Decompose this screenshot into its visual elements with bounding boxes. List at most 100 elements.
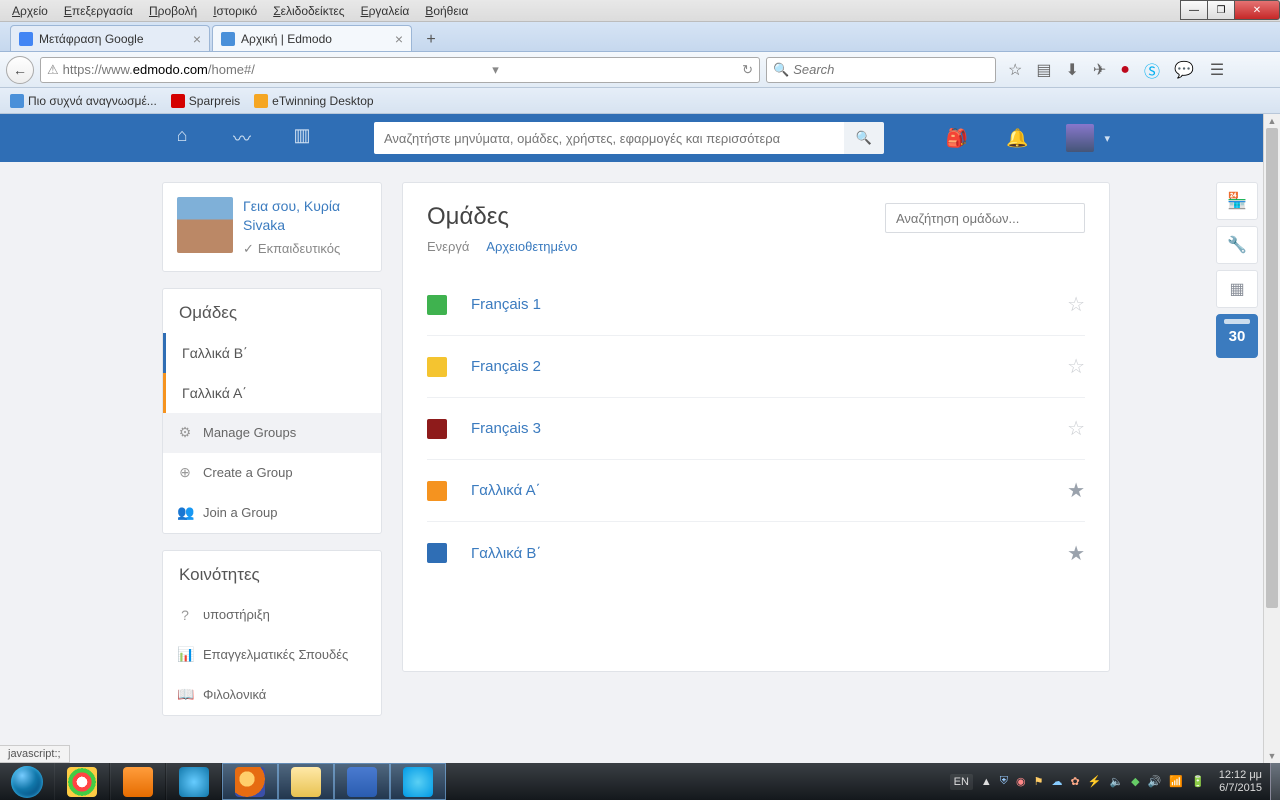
menu-Ιστορικό[interactable]: Ιστορικό	[205, 2, 265, 20]
tab-archived[interactable]: Αρχειοθετημένο	[486, 239, 577, 254]
menu-Επεξεργασία[interactable]: Επεξεργασία	[56, 2, 141, 20]
library-icon[interactable]: ▥	[290, 125, 314, 151]
firefox-menu-button[interactable]: ☰	[1210, 60, 1224, 80]
skype-icon[interactable]: Ⓢ	[1144, 58, 1160, 82]
bookmark-item[interactable]: eTwinning Desktop	[254, 94, 373, 108]
back-button[interactable]: ←	[6, 56, 34, 84]
favorite-star-icon[interactable]: ★	[1067, 478, 1085, 503]
menu-Εργαλεία[interactable]: Εργαλεία	[353, 2, 418, 20]
notifications-icon[interactable]: 🔔	[1006, 128, 1028, 149]
bookmark-item[interactable]: Sparpreis	[171, 94, 240, 108]
scroll-up-arrow[interactable]: ▲	[1264, 114, 1280, 128]
tray-icon[interactable]: ✿	[1071, 775, 1080, 788]
url-bar[interactable]: ⚠ https://www.edmodo.com/home#/ ▾ ↻	[40, 57, 760, 83]
manage-groups-button[interactable]: ⚙Manage Groups	[163, 413, 381, 453]
search-icon: 🔍	[773, 62, 789, 78]
menu-Αρχείο[interactable]: Αρχείο	[4, 2, 56, 20]
pinterest-icon[interactable]: ●	[1120, 61, 1130, 79]
menu-Προβολή[interactable]: Προβολή	[141, 2, 205, 20]
taskbar-app-firefox[interactable]	[222, 763, 278, 800]
tools-icon[interactable]: 🔧	[1216, 226, 1258, 264]
progress-icon[interactable]: 〰	[230, 125, 254, 151]
favorite-star-icon[interactable]: ☆	[1067, 354, 1085, 379]
bookmark-item[interactable]: Πιο συχνά αναγνωσμέ...	[10, 94, 157, 108]
avatar-caret-icon[interactable]: ▾	[1104, 132, 1110, 145]
network-icon[interactable]: 📶	[1169, 775, 1183, 788]
store-icon[interactable]: 🏪	[1216, 182, 1258, 220]
group-name-link[interactable]: Français 2	[471, 358, 541, 375]
menu-Βοήθεια[interactable]: Βοήθεια	[417, 2, 476, 20]
browser-tab[interactable]: Μετάφραση Google×	[10, 25, 210, 51]
group-color-swatch	[427, 481, 447, 501]
backpack-icon[interactable]: 🎒	[946, 128, 968, 149]
reading-list-icon[interactable]: ▤	[1036, 60, 1051, 80]
edmodo-search-input[interactable]	[374, 122, 844, 154]
show-desktop-button[interactable]	[1270, 763, 1280, 800]
tray-icon[interactable]: ⚑	[1034, 775, 1044, 788]
firefox-search-input[interactable]	[793, 62, 989, 77]
bookmark-icon	[254, 94, 268, 108]
new-tab-button[interactable]: +	[418, 29, 444, 51]
edmodo-search-button[interactable]: 🔍	[844, 122, 884, 154]
taskbar-app-media[interactable]	[110, 763, 166, 800]
downloads-icon[interactable]: ⬇	[1065, 60, 1078, 80]
favicon	[19, 32, 33, 46]
tray-icon[interactable]: ⛨	[1000, 775, 1008, 788]
language-indicator[interactable]: EN	[950, 774, 973, 790]
tray-icon[interactable]: 🔈	[1109, 775, 1123, 788]
calendar-icon[interactable]: 30	[1216, 314, 1258, 358]
favorite-star-icon[interactable]: ☆	[1067, 292, 1085, 317]
community-item[interactable]: ?υποστήριξη	[163, 595, 381, 635]
menu-Σελιδοδείκτες[interactable]: Σελιδοδείκτες	[265, 2, 352, 20]
minimize-button[interactable]: —	[1180, 0, 1208, 20]
tab-active[interactable]: Ενεργά	[427, 239, 469, 254]
create-group-button[interactable]: ⊕Create a Group	[163, 453, 381, 493]
firefox-search-bar[interactable]: 🔍	[766, 57, 996, 83]
avatar[interactable]	[1066, 124, 1094, 152]
group-name-link[interactable]: Γαλλικά Α΄	[471, 482, 541, 499]
profile-name[interactable]: Γεια σου, Κυρία Sivaka	[243, 197, 367, 235]
home-icon[interactable]: ⌂	[170, 125, 194, 151]
favorite-star-icon[interactable]: ☆	[1067, 416, 1085, 441]
sidebar-group-item[interactable]: Γαλλικά Α΄	[163, 373, 381, 413]
taskbar-app-word[interactable]	[334, 763, 390, 800]
start-button[interactable]	[0, 763, 54, 800]
group-name-link[interactable]: Γαλλικά Β΄	[471, 545, 541, 562]
tray-icon[interactable]: ▲	[981, 776, 992, 788]
reader-icon[interactable]: ▾	[492, 62, 499, 78]
group-search-input[interactable]	[885, 203, 1085, 233]
community-item[interactable]: 📊Επαγγελματικές Σπουδές	[163, 635, 381, 675]
close-tab-icon[interactable]: ×	[395, 31, 403, 47]
volume-icon[interactable]: 🔊	[1148, 775, 1162, 788]
send-icon[interactable]: ✈	[1093, 60, 1106, 80]
close-tab-icon[interactable]: ×	[193, 31, 201, 47]
group-list: Français 1 ☆ Français 2 ☆ Français 3 ☆ Γαλλικά…	[427, 274, 1085, 584]
sidebar-group-item[interactable]: Γαλλικά Β΄	[163, 333, 381, 373]
taskbar-app-skype[interactable]	[390, 763, 446, 800]
scroll-down-arrow[interactable]: ▼	[1264, 749, 1280, 763]
apps-icon[interactable]: ▦	[1216, 270, 1258, 308]
taskbar-app-ie[interactable]	[166, 763, 222, 800]
clock[interactable]: 12:12 μμ 6/7/2015	[1219, 769, 1262, 794]
community-item[interactable]: 📖Φιλολονικά	[163, 675, 381, 715]
taskbar-app-explorer[interactable]	[278, 763, 334, 800]
group-name-link[interactable]: Français 3	[471, 420, 541, 437]
favorite-star-icon[interactable]: ★	[1067, 541, 1085, 566]
battery-icon[interactable]: 🔋	[1191, 775, 1205, 788]
profile-image[interactable]	[177, 197, 233, 253]
tray-icon[interactable]: ◉	[1016, 775, 1026, 788]
bookmark-star-icon[interactable]: ☆	[1008, 60, 1022, 80]
browser-tab[interactable]: Αρχική | Edmodo×	[212, 25, 412, 51]
close-button[interactable]: ✕	[1234, 0, 1280, 20]
tray-icon[interactable]: ◆	[1131, 775, 1139, 788]
join-group-button[interactable]: 👥Join a Group	[163, 493, 381, 533]
group-name-link[interactable]: Français 1	[471, 296, 541, 313]
scroll-thumb[interactable]	[1266, 128, 1278, 608]
tray-icon[interactable]: ☁	[1052, 775, 1063, 788]
maximize-button[interactable]: ❐	[1207, 0, 1235, 20]
chat-icon[interactable]: 💬	[1174, 60, 1194, 80]
tray-icon[interactable]: ⚡	[1088, 775, 1102, 788]
vertical-scrollbar[interactable]: ▲ ▼	[1263, 114, 1280, 763]
taskbar-app-chrome[interactable]	[54, 763, 110, 800]
reload-button[interactable]: ↻	[736, 62, 753, 78]
